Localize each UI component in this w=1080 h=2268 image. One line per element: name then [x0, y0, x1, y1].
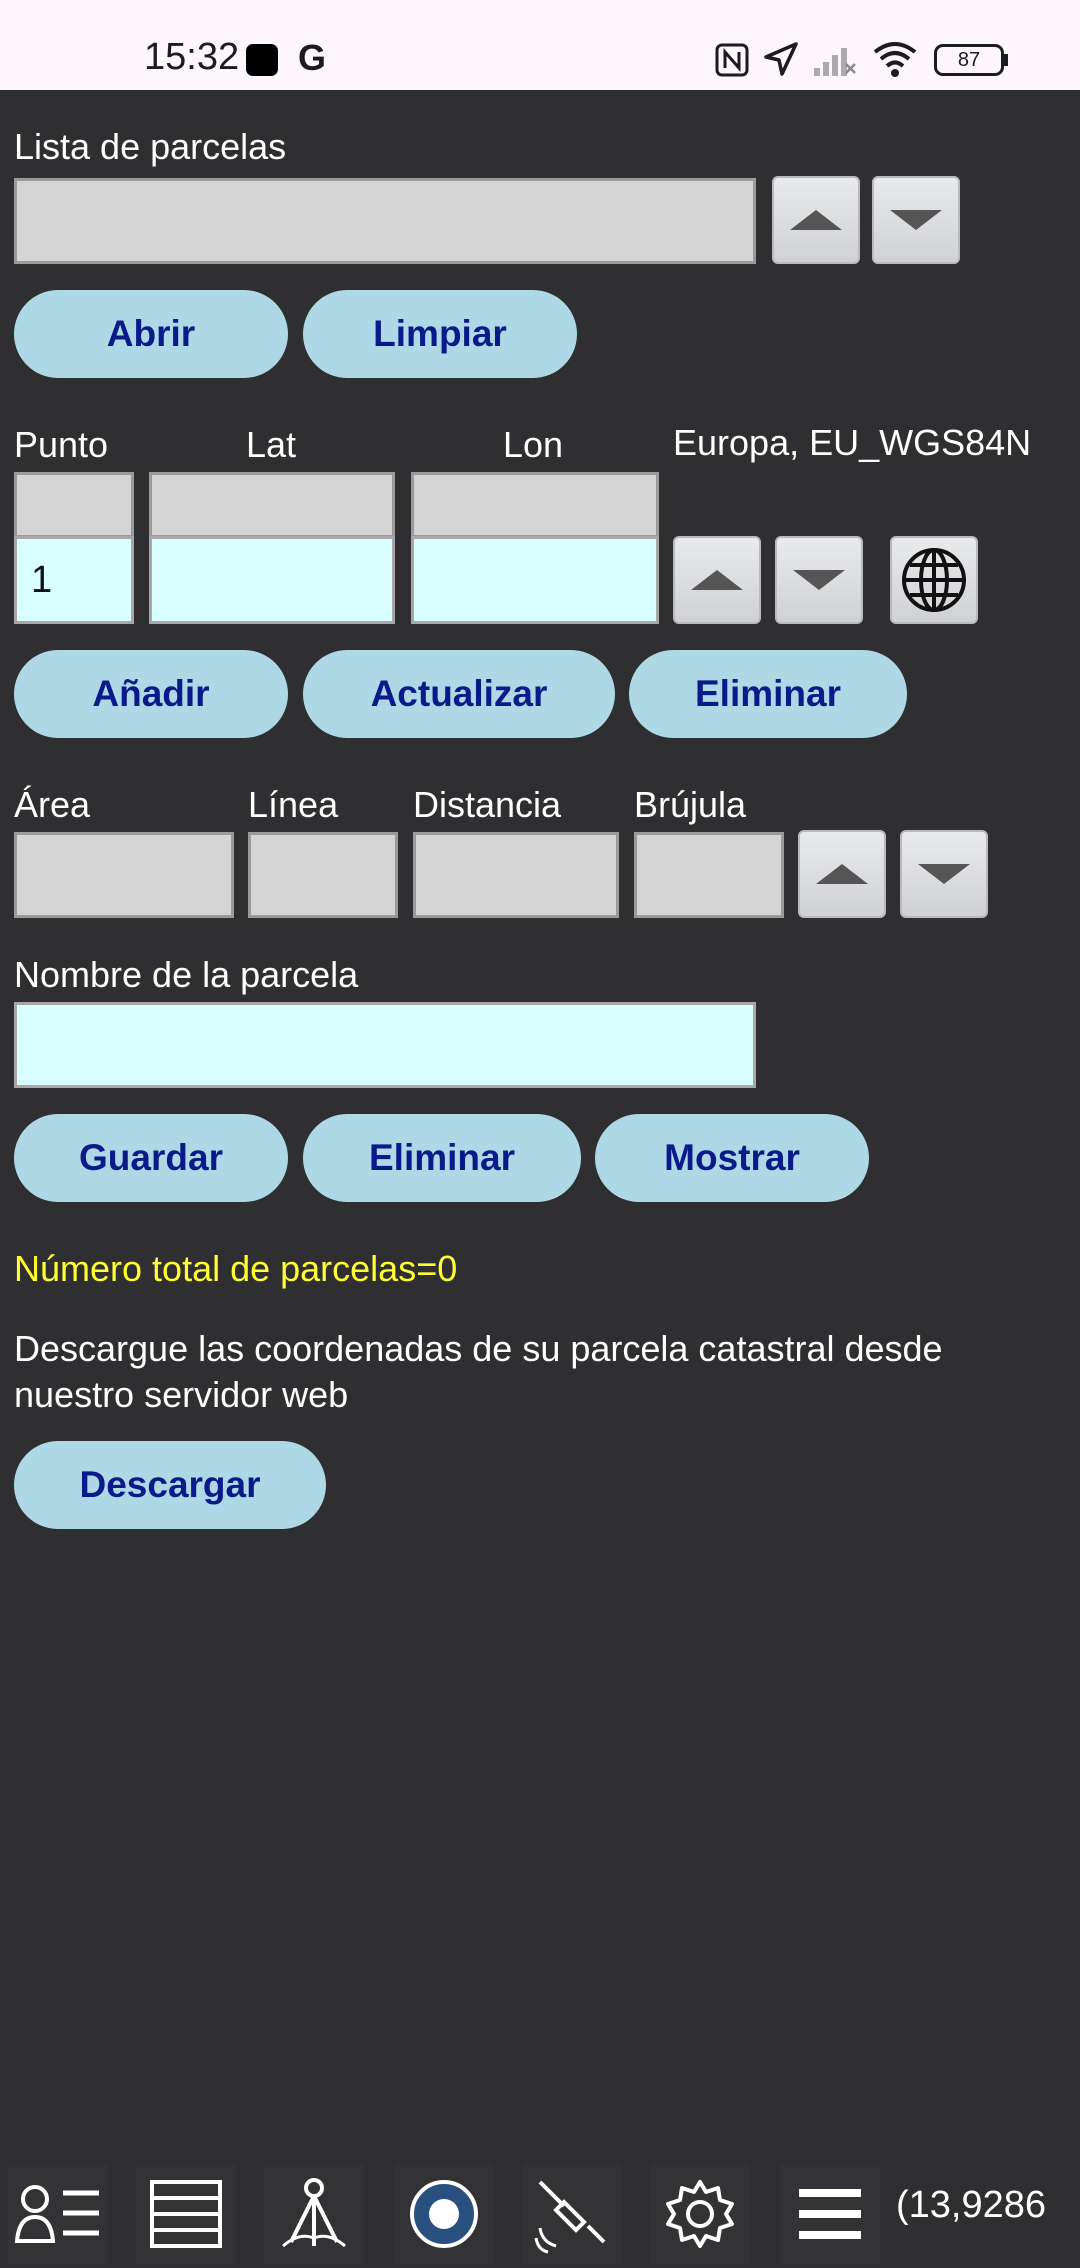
- arrow-down-icon: [918, 864, 970, 884]
- status-time: 15:32: [144, 36, 240, 78]
- line-label: Línea: [248, 784, 339, 825]
- record-icon: [410, 2180, 478, 2248]
- datum-label: Europa, EU_WGS84N: [673, 422, 1032, 463]
- nav-menu-button[interactable]: [780, 2164, 880, 2264]
- measure-down-button[interactable]: [900, 830, 988, 918]
- battery-level: 87: [957, 48, 981, 71]
- nav-layers-button[interactable]: [136, 2164, 236, 2264]
- globe-button[interactable]: [890, 536, 978, 624]
- arrow-up-icon: [691, 570, 743, 590]
- line-field: [248, 832, 398, 918]
- parcel-list-down-button[interactable]: [872, 176, 960, 264]
- settings-icon: [666, 2180, 734, 2248]
- area-label: Área: [14, 784, 91, 825]
- point-down-button[interactable]: [775, 536, 863, 624]
- globe-icon: [902, 548, 966, 612]
- area-field: [14, 832, 234, 918]
- save-button[interactable]: Guardar: [14, 1114, 288, 1202]
- svg-text:G: G: [298, 38, 326, 76]
- notification-square-icon: [246, 44, 278, 76]
- lon-label: Lon: [503, 424, 564, 465]
- wifi-icon: [872, 40, 918, 83]
- point-up-button[interactable]: [673, 536, 761, 624]
- compass-field: [634, 832, 784, 918]
- nav-settings-button[interactable]: [650, 2164, 750, 2264]
- distance-field: [413, 832, 619, 918]
- location-arrow-icon: [762, 40, 800, 83]
- nav-satellite-button[interactable]: [522, 2164, 622, 2264]
- open-button[interactable]: Abrir: [14, 290, 288, 378]
- distance-label: Distancia: [413, 784, 562, 825]
- nfc-icon: [714, 42, 750, 83]
- parcel-list-label: Lista de parcelas: [14, 126, 287, 167]
- surveyor-icon: [282, 2178, 346, 2248]
- contacts-list-icon: [14, 2185, 99, 2243]
- total-parcels-text: Número total de parcelas=0: [14, 1248, 458, 1289]
- delete-parcel-button[interactable]: Eliminar: [303, 1114, 581, 1202]
- add-point-button[interactable]: Añadir: [14, 650, 288, 738]
- point-number-input[interactable]: 1: [14, 536, 134, 624]
- parcel-list-select[interactable]: [14, 178, 756, 264]
- menu-icon: [799, 2189, 861, 2239]
- lat-label: Lat: [246, 424, 297, 465]
- arrow-up-icon: [790, 210, 842, 230]
- nav-contacts-button[interactable]: [8, 2164, 108, 2264]
- point-label: Punto: [14, 424, 109, 465]
- google-icon: G: [296, 37, 330, 81]
- coordinate-readout: (13,9286: [896, 2184, 1047, 2226]
- arrow-down-icon: [793, 570, 845, 590]
- parcel-list-up-button[interactable]: [772, 176, 860, 264]
- status-bar: 15:32 G 87: [0, 0, 1080, 90]
- delete-point-button[interactable]: Eliminar: [629, 650, 907, 738]
- satellite-icon: [534, 2180, 606, 2254]
- battery-tip: [1004, 54, 1008, 66]
- lon-input[interactable]: [411, 536, 659, 624]
- point-readout: [14, 472, 134, 538]
- download-button[interactable]: Descargar: [14, 1441, 326, 1529]
- layers-icon: [150, 2180, 222, 2248]
- nav-survey-button[interactable]: [264, 2164, 364, 2264]
- lat-readout: [149, 472, 395, 538]
- lat-input[interactable]: [149, 536, 395, 624]
- show-button[interactable]: Mostrar: [595, 1114, 869, 1202]
- measure-up-button[interactable]: [798, 830, 886, 918]
- parcel-name-label: Nombre de la parcela: [14, 954, 359, 995]
- arrow-down-icon: [890, 210, 942, 230]
- nav-record-button[interactable]: [394, 2164, 494, 2264]
- signal-icon: [812, 42, 856, 83]
- download-description: Descargue las coordenadas de su parcela …: [14, 1328, 943, 1415]
- battery-icon: 87: [934, 44, 1004, 76]
- compass-label: Brújula: [634, 784, 747, 825]
- clear-button[interactable]: Limpiar: [303, 290, 577, 378]
- arrow-up-icon: [816, 864, 868, 884]
- lon-readout: [411, 472, 659, 538]
- parcel-name-input[interactable]: [14, 1002, 756, 1088]
- update-point-button[interactable]: Actualizar: [303, 650, 615, 738]
